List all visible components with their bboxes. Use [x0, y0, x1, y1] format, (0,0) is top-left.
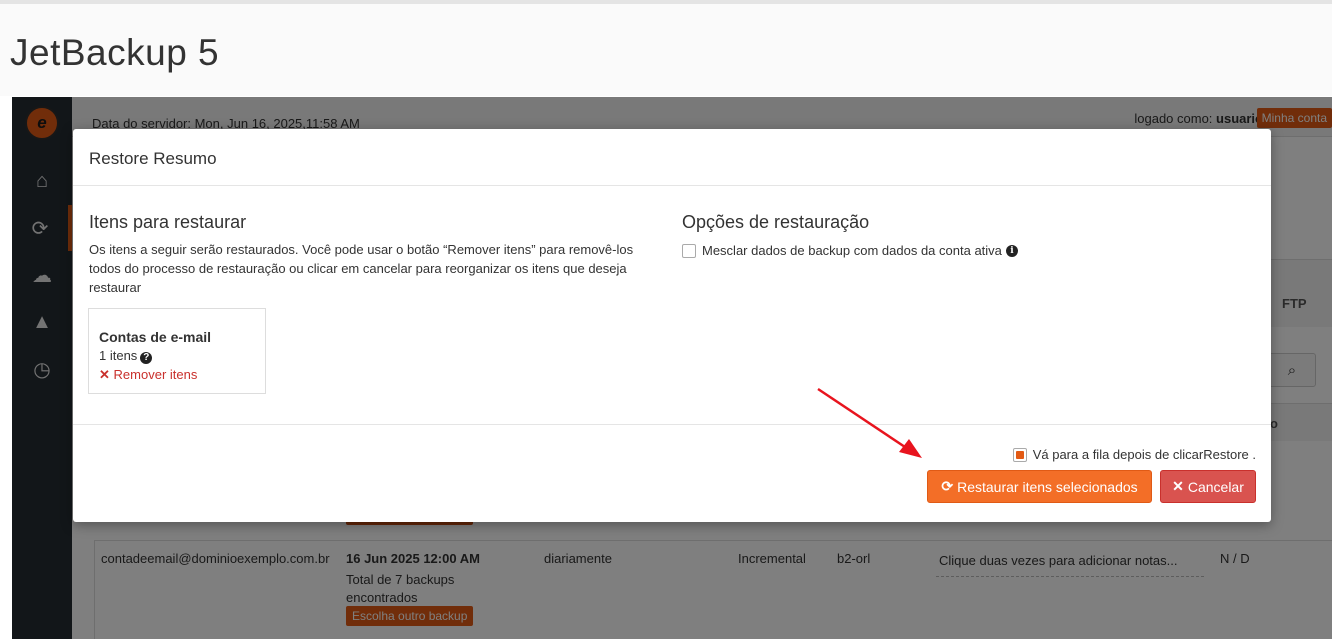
merge-data-option[interactable]: Mesclar dados de backup com dados da con… [682, 243, 1018, 258]
remove-items-label: Remover itens [113, 367, 198, 382]
modal-header: Restore Resumo [73, 129, 1271, 186]
page-topbar: JetBackup 5 [0, 0, 1332, 96]
times-icon: ✕ [99, 367, 110, 382]
email-accounts-card: Contas de e-mail 1 itens? ✕ Remover iten… [88, 308, 266, 394]
cancel-button[interactable]: ✕ Cancelar [1160, 470, 1256, 503]
restore-selected-label: Restaurar itens selecionados [957, 478, 1138, 495]
items-description: Os itens a seguir serão restaurados. Voc… [89, 242, 634, 295]
refresh-icon: ⟳ [941, 478, 954, 494]
items-to-restore-title: Itens para restaurar [89, 212, 247, 232]
merge-data-checkbox[interactable] [682, 243, 696, 258]
card-count: 1 itens? [99, 348, 153, 364]
restore-options-title: Opções de restauração [682, 212, 870, 232]
go-to-queue-checkbox[interactable] [1012, 447, 1027, 462]
go-to-queue-option[interactable]: Vá para a fila depois de clicarRestore . [1012, 447, 1256, 462]
info-icon[interactable]: i [1005, 244, 1018, 257]
card-count-label: 1 itens [99, 348, 138, 363]
remove-items-link[interactable]: ✕ Remover itens [99, 367, 197, 383]
cancel-label: Cancelar [1187, 478, 1244, 495]
restore-selected-button[interactable]: ⟳ Restaurar itens selecionados [927, 470, 1152, 503]
modal-backdrop-sidebar [12, 97, 72, 639]
card-title: Contas de e-mail [99, 329, 212, 345]
close-icon: ✕ [1172, 478, 1184, 494]
modal-title: Restore Resumo [89, 149, 217, 168]
question-icon[interactable]: ? [140, 352, 153, 364]
restore-summary-modal: Restore Resumo Itens para restaurar Os i… [73, 129, 1271, 522]
page-title: JetBackup 5 [10, 32, 220, 73]
go-to-queue-label: Vá para a fila depois de clicarRestore . [1032, 447, 1256, 462]
merge-data-label: Mesclar dados de backup com dados da con… [702, 243, 1002, 258]
modal-footer: Vá para a fila depois de clicarRestore .… [73, 424, 1271, 522]
